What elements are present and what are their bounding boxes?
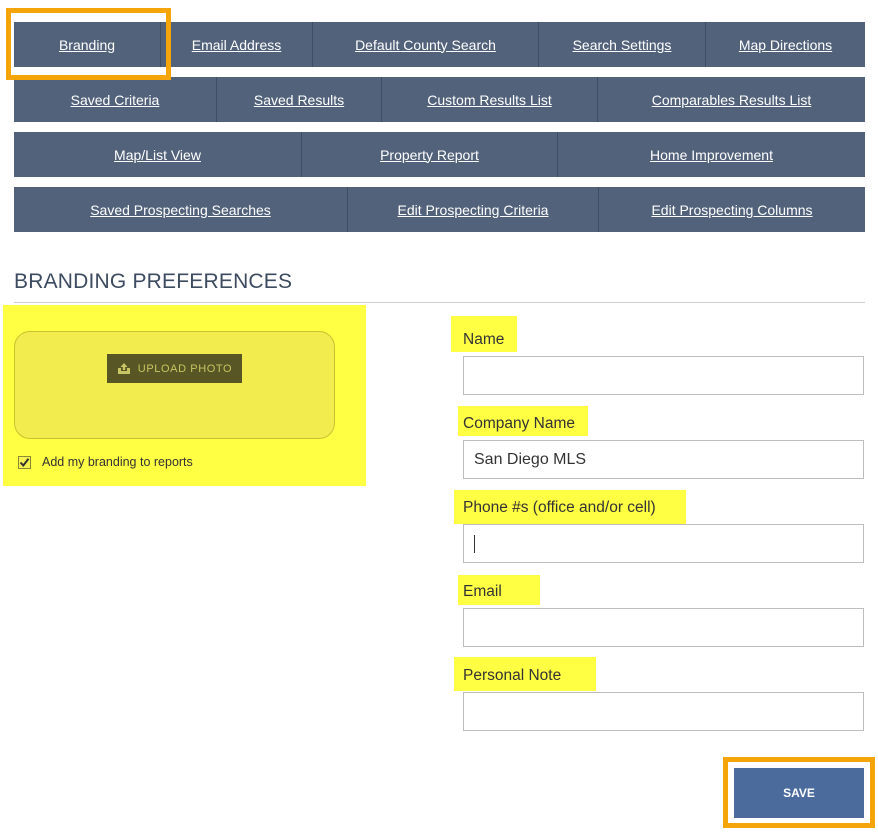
tab-custom-results-list[interactable]: Custom Results List [382, 77, 598, 122]
upload-photo-button[interactable]: UPLOAD PHOTO [107, 354, 242, 383]
personal-note-field[interactable] [463, 692, 864, 731]
company-name-label: Company Name [463, 415, 575, 432]
tab-search-settings[interactable]: Search Settings [539, 22, 706, 67]
phone-label: Phone #s (office and/or cell) [463, 499, 656, 516]
tab-default-county-search[interactable]: Default County Search [313, 22, 539, 67]
upload-tray-icon [117, 362, 130, 374]
branding-checkbox-label: Add my branding to reports [42, 455, 193, 469]
email-label: Email [463, 583, 502, 600]
tab-saved-criteria[interactable]: Saved Criteria [14, 77, 217, 122]
personal-note-label: Personal Note [463, 667, 562, 684]
photo-drop-zone[interactable] [14, 331, 335, 439]
nav-row-1: Branding Email Address Default County Se… [14, 22, 865, 67]
company-name-field[interactable]: San Diego MLS [463, 440, 864, 479]
text-cursor [474, 534, 475, 553]
page-title: BRANDING PREFERENCES [14, 270, 293, 293]
tab-saved-results[interactable]: Saved Results [217, 77, 382, 122]
tab-saved-prospecting-searches[interactable]: Saved Prospecting Searches [14, 187, 348, 232]
tab-edit-prospecting-criteria[interactable]: Edit Prospecting Criteria [348, 187, 599, 232]
company-name-value: San Diego MLS [474, 450, 587, 468]
name-field[interactable] [463, 356, 864, 395]
phone-field[interactable] [463, 524, 864, 563]
tab-home-improvement[interactable]: Home Improvement [558, 132, 865, 177]
email-field[interactable] [463, 608, 864, 647]
checkmark-icon [19, 458, 30, 468]
name-label: Name [463, 331, 505, 348]
upload-photo-label: UPLOAD PHOTO [137, 362, 233, 375]
nav-row-4: Saved Prospecting Searches Edit Prospect… [14, 187, 865, 232]
nav-row-2: Saved Criteria Saved Results Custom Resu… [14, 77, 865, 122]
tab-map-list-view[interactable]: Map/List View [14, 132, 302, 177]
tab-branding[interactable]: Branding [14, 22, 161, 67]
tab-edit-prospecting-columns[interactable]: Edit Prospecting Columns [599, 187, 865, 232]
tab-comparables-results-list[interactable]: Comparables Results List [598, 77, 865, 122]
save-button[interactable]: SAVE [734, 768, 864, 818]
title-divider [14, 302, 865, 303]
branding-checkbox[interactable] [18, 456, 31, 469]
tab-email-address[interactable]: Email Address [161, 22, 313, 67]
tab-map-directions[interactable]: Map Directions [706, 22, 865, 67]
nav-row-3: Map/List View Property Report Home Impro… [14, 132, 865, 177]
tab-property-report[interactable]: Property Report [302, 132, 558, 177]
